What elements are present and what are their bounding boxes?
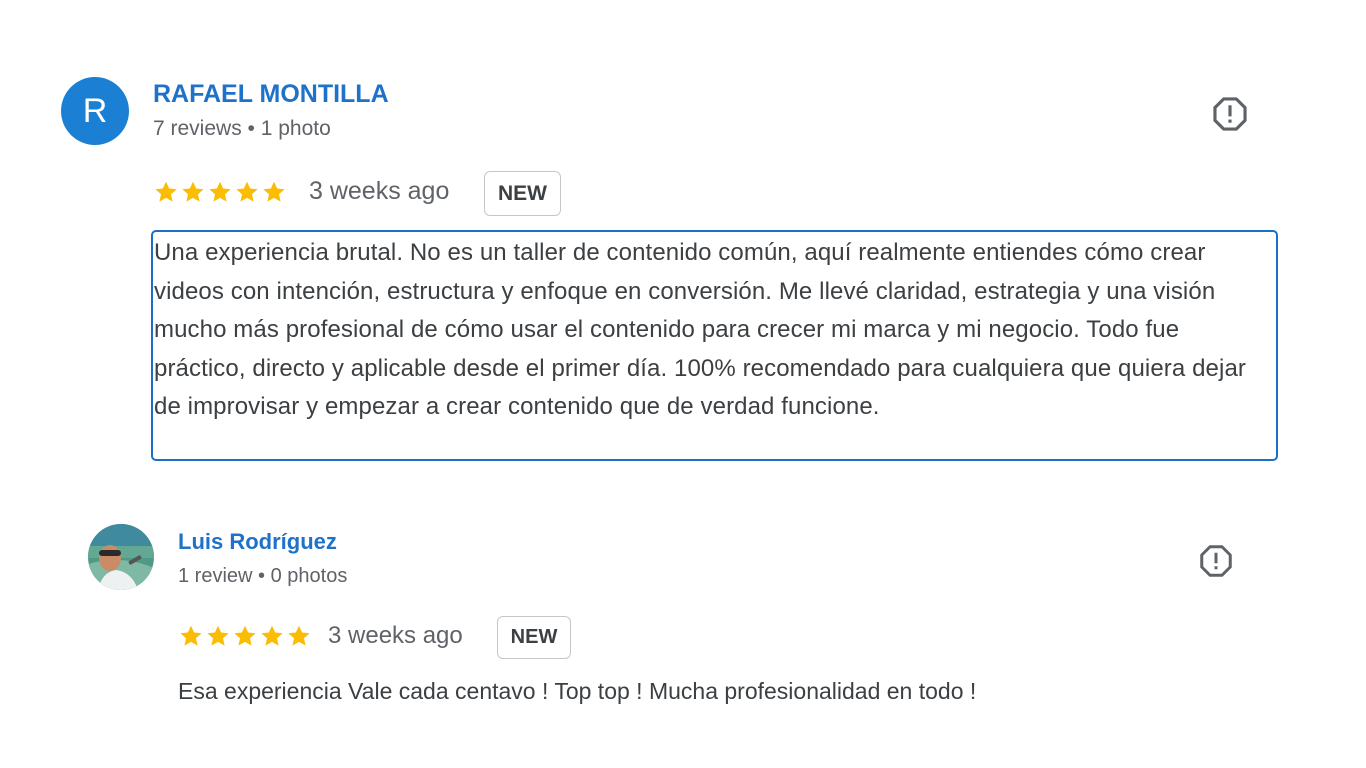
report-review-button[interactable] [1210, 94, 1250, 134]
star-icon [263, 181, 285, 202]
author-meta: 7 reviews • 1 photo [153, 117, 331, 140]
review-time: 3 weeks ago [309, 177, 450, 205]
author-meta: 1 review • 0 photos [178, 565, 348, 587]
star-icon [236, 181, 258, 202]
author-name[interactable]: Luis Rodríguez [178, 529, 337, 555]
report-review-button[interactable] [1196, 541, 1236, 581]
review-time: 3 weeks ago [328, 622, 463, 649]
star-icon [234, 625, 256, 646]
review-card: R RAFAEL MONTILLA 7 reviews • 1 photo 3 … [0, 0, 1366, 480]
star-icon [288, 625, 310, 646]
star-icon [182, 181, 204, 202]
avatar-letter: R [82, 91, 108, 130]
avatar[interactable]: R [61, 77, 129, 145]
star-rating [153, 179, 287, 205]
star-icon [261, 625, 283, 646]
avatar[interactable] [88, 524, 154, 590]
report-flag-icon [1200, 545, 1232, 577]
author-name[interactable]: RAFAEL MONTILLA [153, 80, 389, 109]
review-card: Luis Rodríguez 1 review • 0 photos 3 wee… [0, 500, 1366, 768]
avatar-photo [88, 524, 154, 590]
review-text[interactable]: Una experiencia brutal. No es un taller … [151, 230, 1278, 461]
star-icon [180, 625, 202, 646]
star-icon [209, 181, 231, 202]
new-badge: NEW [484, 171, 561, 216]
star-rating [178, 623, 312, 649]
star-icon [155, 181, 177, 202]
review-text[interactable]: Esa experiencia Vale cada centavo ! Top … [178, 672, 1278, 711]
report-flag-icon [1213, 97, 1247, 131]
star-icon [207, 625, 229, 646]
new-badge: NEW [497, 616, 571, 659]
